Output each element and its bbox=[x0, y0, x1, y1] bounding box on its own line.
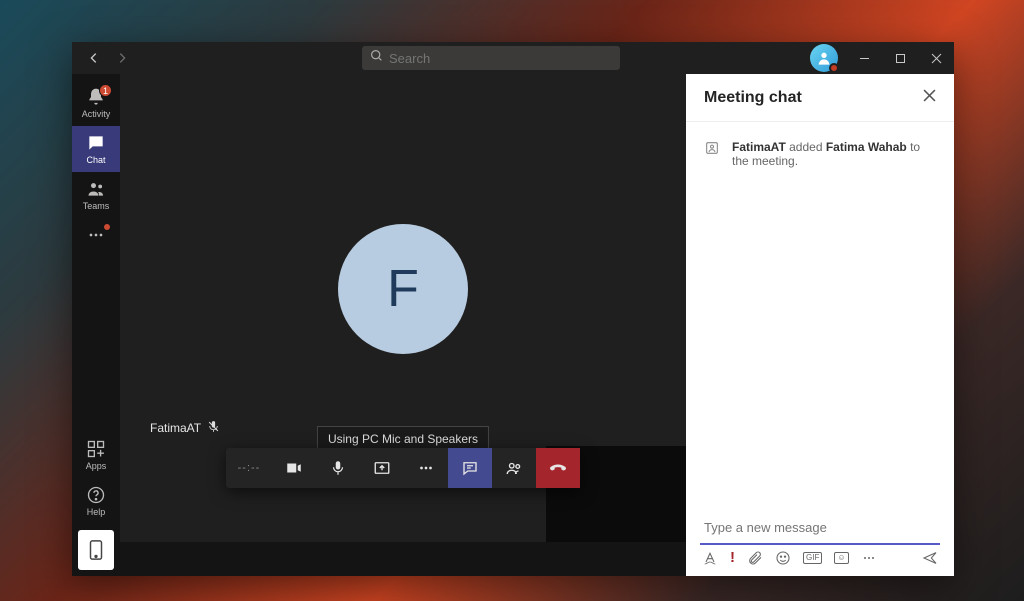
rail-chat[interactable]: Chat bbox=[72, 126, 120, 172]
back-button[interactable] bbox=[84, 48, 104, 68]
forward-button[interactable] bbox=[112, 48, 132, 68]
rail-label: Help bbox=[87, 507, 106, 517]
profile-button[interactable] bbox=[810, 44, 838, 72]
compose-area: ! GIF ☺ bbox=[686, 504, 954, 576]
participant-tag: FatimaAT bbox=[150, 420, 220, 436]
rail-apps[interactable]: Apps bbox=[72, 432, 120, 478]
call-controls: --:-- bbox=[226, 448, 580, 488]
share-button[interactable] bbox=[360, 448, 404, 488]
meeting-chat-panel: Meeting chat FatimaAT added Fatima Wahab… bbox=[686, 74, 954, 576]
chat-message-list: FatimaAT added Fatima Wahab to the meeti… bbox=[686, 122, 954, 504]
rail-activity[interactable]: Activity 1 bbox=[72, 80, 120, 126]
system-message-text: FatimaAT added Fatima Wahab to the meeti… bbox=[732, 140, 936, 168]
window-controls bbox=[846, 42, 954, 74]
hangup-button[interactable] bbox=[536, 448, 580, 488]
participants-button[interactable] bbox=[492, 448, 536, 488]
rail-device-button[interactable] bbox=[78, 530, 114, 570]
presence-busy-icon bbox=[829, 63, 839, 73]
activity-badge: 1 bbox=[99, 84, 112, 97]
attach-button[interactable] bbox=[747, 550, 763, 566]
chat-title: Meeting chat bbox=[704, 89, 802, 107]
search-box[interactable] bbox=[362, 46, 620, 70]
system-message: FatimaAT added Fatima Wahab to the meeti… bbox=[704, 140, 936, 168]
history-nav bbox=[72, 48, 140, 68]
search-icon bbox=[370, 49, 383, 67]
emoji-button[interactable] bbox=[775, 550, 791, 566]
priority-button[interactable]: ! bbox=[730, 549, 735, 566]
mic-button[interactable] bbox=[316, 448, 360, 488]
send-button[interactable] bbox=[922, 550, 938, 566]
call-stage: F FatimaAT Using PC Mic and Speakers --:… bbox=[120, 74, 686, 576]
more-actions-button[interactable] bbox=[404, 448, 448, 488]
rail-label: Chat bbox=[86, 155, 105, 165]
notification-dot-icon bbox=[104, 224, 110, 230]
rail-label: Apps bbox=[86, 461, 107, 471]
app-window: Activity 1 Chat Teams Apps He bbox=[72, 42, 954, 576]
minimize-button[interactable] bbox=[846, 42, 882, 74]
video-area: F FatimaAT Using PC Mic and Speakers --:… bbox=[120, 74, 686, 542]
gif-button[interactable]: GIF bbox=[803, 552, 822, 564]
rail-teams[interactable]: Teams bbox=[72, 172, 120, 218]
rail-label: Teams bbox=[83, 201, 110, 211]
chat-toggle-button[interactable] bbox=[448, 448, 492, 488]
rail-more[interactable] bbox=[72, 218, 120, 252]
stage-bottom-bar bbox=[120, 542, 686, 576]
person-add-icon bbox=[704, 140, 722, 168]
camera-button[interactable] bbox=[272, 448, 316, 488]
rail-help[interactable]: Help bbox=[72, 478, 120, 524]
more-compose-button[interactable] bbox=[861, 550, 877, 566]
message-input[interactable] bbox=[700, 512, 940, 545]
compose-toolbar: ! GIF ☺ bbox=[700, 545, 940, 568]
titlebar bbox=[72, 42, 954, 74]
participant-avatar: F bbox=[338, 224, 468, 354]
call-duration: --:-- bbox=[226, 448, 272, 488]
chat-header: Meeting chat bbox=[686, 74, 954, 122]
chat-close-button[interactable] bbox=[923, 89, 936, 107]
left-rail: Activity 1 Chat Teams Apps He bbox=[72, 74, 120, 576]
avatar-initial: F bbox=[387, 259, 419, 319]
format-button[interactable] bbox=[702, 550, 718, 566]
sticker-button[interactable]: ☺ bbox=[834, 552, 848, 564]
rail-label: Activity bbox=[82, 109, 111, 119]
maximize-button[interactable] bbox=[882, 42, 918, 74]
search-input[interactable] bbox=[389, 51, 612, 66]
mic-muted-icon bbox=[207, 420, 220, 436]
close-button[interactable] bbox=[918, 42, 954, 74]
participant-name: FatimaAT bbox=[150, 421, 201, 435]
